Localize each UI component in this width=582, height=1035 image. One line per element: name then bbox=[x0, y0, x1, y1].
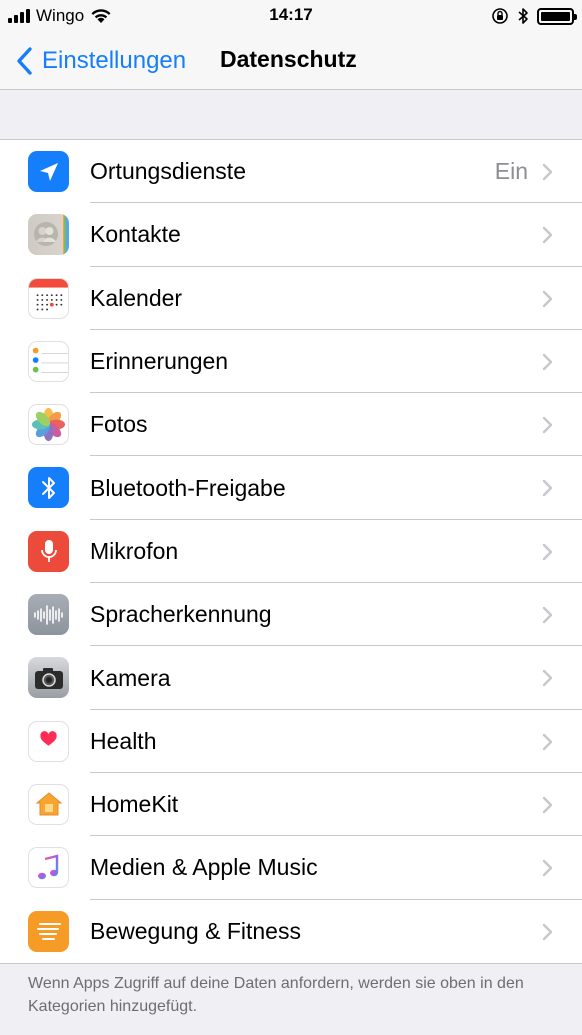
contacts-icon bbox=[28, 214, 69, 256]
orientation-lock-icon bbox=[492, 8, 508, 24]
chevron-right-icon bbox=[542, 227, 553, 244]
location-arrow-icon bbox=[28, 151, 69, 192]
waveform-icon bbox=[28, 594, 69, 636]
chevron-right-icon bbox=[542, 670, 553, 687]
row-kontakte[interactable]: Kontakte bbox=[0, 203, 582, 267]
row-label: Ortungsdienste bbox=[90, 158, 246, 185]
status-bar: Wingo 14:17 bbox=[0, 0, 582, 32]
chevron-right-icon bbox=[542, 606, 553, 624]
row-label: HomeKit bbox=[90, 791, 179, 818]
privacy-list: Ortungsdienste Ein Kontakte Kalender Eri… bbox=[0, 139, 582, 964]
row-label: Kalender bbox=[90, 284, 183, 311]
bluetooth-icon bbox=[28, 467, 69, 509]
house-icon bbox=[28, 783, 69, 825]
row-label: Mikrofon bbox=[90, 537, 179, 564]
navigation-bar: Einstellungen Datenschutz bbox=[0, 32, 582, 90]
row-erinnerungen[interactable]: Erinnerungen bbox=[0, 330, 582, 394]
status-right bbox=[491, 5, 577, 27]
heart-icon bbox=[28, 720, 69, 762]
chevron-right-icon bbox=[542, 923, 553, 940]
chevron-right-icon bbox=[542, 543, 553, 560]
row-bluetooth-freigabe[interactable]: Bluetooth-Freigabe bbox=[0, 456, 582, 520]
row-spracherkennung[interactable]: Spracherkennung bbox=[0, 583, 582, 647]
back-button-label: Einstellungen bbox=[42, 47, 187, 74]
chevron-right-icon bbox=[542, 353, 553, 371]
bluetooth-status-icon bbox=[518, 8, 528, 24]
camera-icon bbox=[28, 657, 69, 699]
row-health[interactable]: Health bbox=[0, 710, 582, 773]
music-note-icon bbox=[28, 847, 69, 889]
chevron-right-icon bbox=[542, 416, 553, 434]
row-label: Kamera bbox=[90, 664, 171, 691]
row-label: Spracherkennung bbox=[90, 601, 272, 628]
row-label: Kontakte bbox=[90, 221, 181, 248]
row-label: Erinnerungen bbox=[90, 348, 229, 375]
battery-icon bbox=[537, 7, 577, 25]
row-medien-apple-music[interactable]: Medien & Apple Music bbox=[0, 836, 582, 900]
chevron-right-icon bbox=[542, 290, 553, 307]
page-title: Datenschutz bbox=[220, 46, 357, 72]
row-fotos[interactable]: Fotos bbox=[0, 393, 582, 457]
chevron-right-icon bbox=[542, 860, 553, 877]
reminders-icon bbox=[28, 340, 69, 382]
row-label: Fotos bbox=[90, 411, 148, 438]
row-label: Medien & Apple Music bbox=[90, 854, 318, 881]
row-bewegung-fitness[interactable]: Bewegung & Fitness bbox=[0, 900, 582, 963]
chevron-left-icon bbox=[17, 47, 32, 75]
row-kalender[interactable]: Kalender bbox=[0, 267, 582, 330]
row-label: Bewegung & Fitness bbox=[90, 917, 301, 944]
row-label: Bluetooth-Freigabe bbox=[90, 474, 286, 501]
row-value: Ein bbox=[494, 158, 528, 185]
row-ortungsdienste[interactable]: Ortungsdienste Ein bbox=[0, 140, 582, 204]
chevron-right-icon bbox=[542, 163, 553, 181]
back-button[interactable]: Einstellungen bbox=[14, 44, 186, 78]
calendar-icon bbox=[28, 277, 69, 319]
photos-icon bbox=[28, 404, 69, 446]
chevron-right-icon bbox=[542, 796, 553, 814]
row-mikrofon[interactable]: Mikrofon bbox=[0, 520, 582, 584]
row-label: Health bbox=[90, 727, 157, 754]
chevron-right-icon bbox=[542, 733, 553, 750]
chevron-right-icon bbox=[542, 480, 553, 497]
motion-icon bbox=[28, 910, 69, 952]
microphone-icon bbox=[28, 530, 69, 572]
row-kamera[interactable]: Kamera bbox=[0, 646, 582, 710]
row-homekit[interactable]: HomeKit bbox=[0, 773, 582, 837]
footer-note: Wenn Apps Zugriff auf deine Daten anford… bbox=[28, 975, 524, 1015]
